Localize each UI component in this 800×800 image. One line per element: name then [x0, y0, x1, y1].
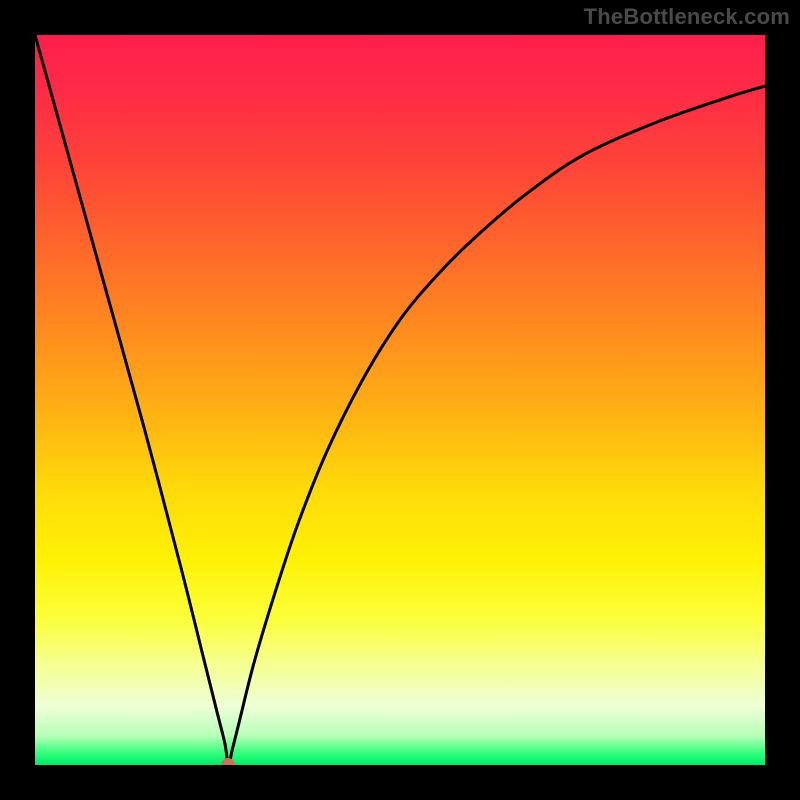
curve-layer [35, 35, 765, 765]
plot-area [35, 35, 765, 765]
bottleneck-curve-path [35, 35, 765, 765]
chart-frame: TheBottleneck.com [0, 0, 800, 800]
minimum-marker [221, 758, 235, 765]
watermark-text: TheBottleneck.com [584, 4, 790, 30]
